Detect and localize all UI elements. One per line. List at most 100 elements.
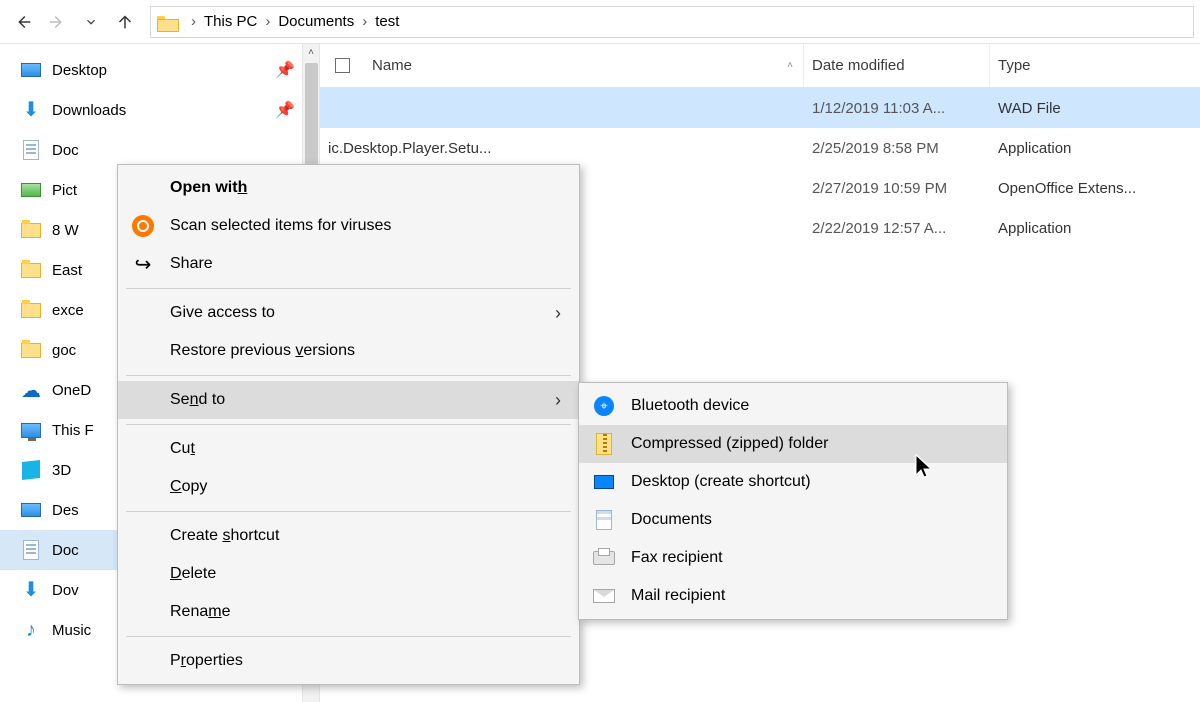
sidebar-item-label: Pict <box>52 182 77 199</box>
3d-objects-icon <box>22 460 40 480</box>
sidebar-item-label: 3D <box>52 462 71 479</box>
share-icon: ↪ <box>130 251 156 277</box>
sidebar-item-label: Dov <box>52 582 79 599</box>
breadcrumb-documents[interactable]: Documents <box>276 13 356 30</box>
breadcrumb-current[interactable]: test <box>373 13 401 30</box>
file-date-cell: 1/12/2019 11:03 A... <box>804 100 990 117</box>
context-menu: Open with Scan selected items for viruse… <box>117 164 580 685</box>
document-icon <box>23 140 39 160</box>
this-pc-icon <box>21 423 41 438</box>
select-all-checkbox[interactable] <box>320 58 364 73</box>
pin-icon: 📌 <box>275 60 295 80</box>
folder-icon <box>157 14 177 30</box>
submenu-item-fax-recipient[interactable]: Fax recipient <box>579 539 1007 577</box>
mail-icon <box>593 589 615 603</box>
folder-icon <box>21 343 41 358</box>
submenu-item-desktop-shortcut[interactable]: Desktop (create shortcut) <box>579 463 1007 501</box>
submenu-item-compressed-folder[interactable]: Compressed (zipped) folder <box>579 425 1007 463</box>
submenu-item-mail-recipient[interactable]: Mail recipient <box>579 577 1007 615</box>
sidebar-item-label: East <box>52 262 82 279</box>
menu-item-open-with[interactable]: Open with <box>118 169 579 207</box>
downloads-icon: ⬇ <box>20 579 42 601</box>
menu-item-rename[interactable]: Rename <box>118 593 579 631</box>
music-icon: ♪ <box>20 619 42 641</box>
menu-item-give-access-to[interactable]: Give access to› <box>118 294 579 332</box>
recent-locations-button[interactable] <box>74 5 108 39</box>
sidebar-item-desktop[interactable]: Desktop 📌 <box>0 50 319 90</box>
menu-separator <box>126 636 571 637</box>
file-row[interactable]: 1/12/2019 11:03 A...WAD File <box>320 88 1200 128</box>
desktop-icon <box>21 503 41 517</box>
breadcrumb-this-pc[interactable]: This PC <box>202 13 259 30</box>
menu-item-send-to[interactable]: Send to › <box>118 381 579 419</box>
chevron-right-icon: › <box>185 13 202 30</box>
downloads-icon: ⬇ <box>20 99 42 121</box>
sidebar-item-label: Doc <box>52 542 79 559</box>
folder-icon <box>21 263 41 278</box>
pin-icon: 📌 <box>275 100 295 120</box>
file-date-cell: 2/27/2019 10:59 PM <box>804 180 990 197</box>
onedrive-icon: ☁ <box>20 379 42 401</box>
chevron-right-icon: › <box>525 303 561 324</box>
desktop-icon <box>21 63 41 77</box>
menu-item-scan-viruses[interactable]: Scan selected items for viruses <box>118 207 579 245</box>
desktop-icon <box>594 475 614 489</box>
menu-item-share[interactable]: ↪ Share <box>118 245 579 283</box>
menu-item-properties[interactable]: Properties <box>118 642 579 680</box>
file-date-cell: 2/25/2019 8:58 PM <box>804 140 990 157</box>
pictures-icon <box>21 183 41 197</box>
folder-icon <box>21 223 41 238</box>
sidebar-item-label: Des <box>52 502 79 519</box>
sidebar-item-label: Doc <box>52 142 79 159</box>
submenu-item-bluetooth[interactable]: ⌖ Bluetooth device <box>579 387 1007 425</box>
file-type-cell: OpenOffice Extens... <box>990 180 1200 197</box>
file-name-cell: ic.Desktop.Player.Setu... <box>320 140 804 157</box>
menu-separator <box>126 375 571 376</box>
sidebar-item-downloads[interactable]: ⬇ Downloads 📌 <box>0 90 319 130</box>
sidebar-item-label: This F <box>52 422 94 439</box>
sidebar-item-label: Desktop <box>52 62 107 79</box>
column-header-type[interactable]: Type <box>990 44 1200 87</box>
sidebar-item-label: Downloads <box>52 102 126 119</box>
chevron-right-icon: › <box>525 390 561 411</box>
nav-back-button[interactable] <box>6 5 40 39</box>
file-type-cell: Application <box>990 140 1200 157</box>
zip-icon <box>596 433 612 455</box>
address-bar: › This PC › Documents › test <box>0 0 1200 44</box>
sidebar-item-label: 8 W <box>52 222 79 239</box>
submenu-item-documents[interactable]: Documents <box>579 501 1007 539</box>
nav-forward-button[interactable] <box>40 5 74 39</box>
avast-icon <box>132 215 154 237</box>
sidebar-item-label: exce <box>52 302 84 319</box>
file-type-cell: WAD File <box>990 100 1200 117</box>
menu-item-delete[interactable]: Delete <box>118 555 579 593</box>
chevron-right-icon: › <box>356 13 373 30</box>
menu-item-restore-previous-versions[interactable]: Restore previous versions <box>118 332 579 370</box>
sidebar-item-label: Music <box>52 622 91 639</box>
nav-up-button[interactable] <box>108 5 142 39</box>
column-header-date[interactable]: Date modified <box>804 44 990 87</box>
send-to-submenu: ⌖ Bluetooth device Compressed (zipped) f… <box>578 382 1008 620</box>
sidebar-item-label: goc <box>52 342 76 359</box>
sort-indicator-icon: ˄ <box>787 60 793 71</box>
bluetooth-icon: ⌖ <box>594 396 614 416</box>
folder-icon <box>21 303 41 318</box>
file-row[interactable]: ic.Desktop.Player.Setu...2/25/2019 8:58 … <box>320 128 1200 168</box>
menu-separator <box>126 511 571 512</box>
menu-item-cut[interactable]: Cut <box>118 430 579 468</box>
fax-icon <box>593 551 615 565</box>
scroll-up-button[interactable]: ˄ <box>303 44 320 61</box>
file-list-header: Name ˄ Date modified Type <box>320 44 1200 88</box>
file-type-cell: Application <box>990 220 1200 237</box>
address-box[interactable]: › This PC › Documents › test <box>150 6 1194 38</box>
menu-separator <box>126 424 571 425</box>
column-header-name[interactable]: Name ˄ <box>364 44 804 87</box>
file-date-cell: 2/22/2019 12:57 A... <box>804 220 990 237</box>
menu-separator <box>126 288 571 289</box>
documents-icon <box>596 510 612 530</box>
chevron-right-icon: › <box>259 13 276 30</box>
document-icon <box>23 540 39 560</box>
menu-item-copy[interactable]: Copy <box>118 468 579 506</box>
menu-item-create-shortcut[interactable]: Create shortcut <box>118 517 579 555</box>
sidebar-item-label: OneD <box>52 382 91 399</box>
